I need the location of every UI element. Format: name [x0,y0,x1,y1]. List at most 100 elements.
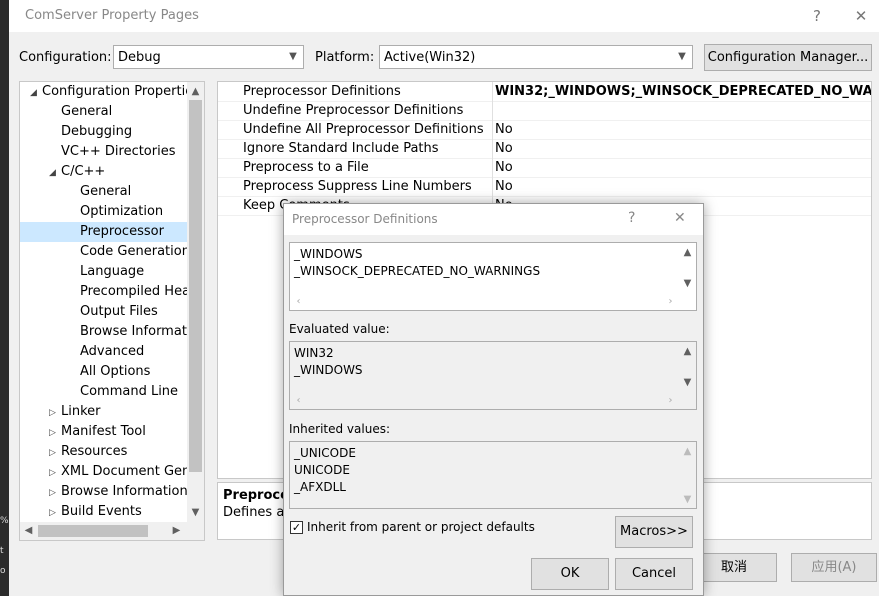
tree-item[interactable]: Preprocessor [20,222,187,242]
scroll-right-icon[interactable]: ▶ [168,522,185,539]
tree-item-label: General [61,104,113,119]
tree-item[interactable]: ▷ XML Document Gene [20,462,198,483]
tree-item-label: All Options [80,364,151,379]
scroll-left-icon[interactable]: ‹ [290,392,307,409]
inherited-line: _AFXDLL [294,480,346,494]
column-divider[interactable] [492,82,493,215]
tree-item-label: XML Document Gene [61,464,199,479]
evaluated-vertical-scrollbar[interactable]: ▲ ▼ [679,342,696,409]
platform-dropdown[interactable]: Active(Win32) ▼ [379,45,693,69]
inherited-values-label: Inherited values: [289,422,390,436]
tree-item-label: Browse Information [61,484,188,499]
tree-item-label: General [80,184,132,199]
scroll-up-icon[interactable]: ▲ [187,83,204,100]
property-row[interactable]: Undefine All Preprocessor Definitions No [218,120,871,140]
tree-item-label: Linker [61,404,101,419]
expand-arrow-icon[interactable]: ▷ [49,503,61,523]
evaluated-horizontal-scrollbar[interactable]: ‹ › [290,392,680,409]
property-row[interactable]: Ignore Standard Include Paths No [218,139,871,159]
tree-item[interactable]: Language [20,262,187,282]
tree-item[interactable]: General [20,182,187,202]
tree-item[interactable]: Optimization [20,202,187,222]
property-row[interactable]: Preprocess to a File No [218,158,871,178]
tree-item-label: Command Line [80,384,179,399]
tree-item[interactable]: ◢ C/C++ [20,162,187,182]
tree-item[interactable]: ▷ Linker [20,402,187,422]
property-value[interactable]: No [495,177,513,196]
tree-item[interactable]: Debugging [20,122,187,142]
macros-button[interactable]: Macros>> [615,516,693,548]
scroll-up-icon[interactable]: ▲ [679,443,696,460]
scroll-right-icon[interactable]: › [662,392,679,409]
scroll-right-icon[interactable]: › [662,293,679,310]
scroll-left-icon[interactable]: ◀ [20,522,37,539]
property-row[interactable]: Undefine Preprocessor Definitions [218,101,871,121]
tree-item-label: Code Generation [80,244,190,259]
tree-item[interactable]: Command Line [20,382,187,402]
tree-item[interactable]: Precompiled Head [20,282,198,302]
expand-arrow-icon[interactable]: ▷ [49,423,61,443]
dialog-cancel-button[interactable]: Cancel [615,558,693,590]
scroll-left-icon[interactable]: ‹ [290,293,307,310]
tree-item[interactable]: All Options [20,362,187,382]
apply-button[interactable]: 应用(A) [791,553,877,582]
scroll-down-icon[interactable]: ▼ [679,491,696,508]
scroll-thumb[interactable] [38,525,148,537]
tree-item[interactable]: ▷ Browse Information [20,482,188,503]
help-icon[interactable]: ? [802,4,832,28]
property-value[interactable]: No [495,139,513,158]
expand-arrow-icon[interactable]: ▷ [49,443,61,463]
collapse-arrow-icon[interactable]: ◢ [30,83,42,103]
scroll-up-icon[interactable]: ▲ [679,343,696,360]
scroll-thumb[interactable] [189,100,202,472]
close-icon[interactable]: ✕ [674,210,686,226]
expand-arrow-icon[interactable]: ▷ [49,483,61,503]
definitions-edit-box[interactable]: _WINDOWS _WINSOCK_DEPRECATED_NO_WARNINGS… [289,242,697,311]
background-text: o [0,566,6,576]
edit-vertical-scrollbar[interactable]: ▲ ▼ [679,243,696,310]
close-icon[interactable]: ✕ [846,4,876,28]
property-row[interactable]: Preprocessor Definitions WIN32;_WINDOWS;_… [218,82,871,102]
property-name: Ignore Standard Include Paths [243,141,439,156]
tree-item[interactable]: Browse Informatio [20,322,198,342]
property-name: Preprocessor Definitions [243,84,401,99]
ok-button[interactable]: OK [531,558,609,590]
property-row[interactable]: Preprocess Suppress Line Numbers No [218,177,871,197]
description-title: Preprocessor Definitions [223,488,285,503]
tree-item[interactable]: Advanced [20,342,187,362]
tree-item[interactable]: General [20,102,187,122]
tree-item[interactable]: VC++ Directories [20,142,187,162]
configuration-dropdown[interactable]: Debug ▼ [113,45,304,69]
tree-item[interactable]: Output Files [20,302,187,322]
tree-item-label: Debugging [61,124,133,139]
edit-horizontal-scrollbar[interactable]: ‹ › [290,293,680,310]
tree-horizontal-scrollbar[interactable]: ◀ ▶ [20,522,204,540]
collapse-arrow-icon[interactable]: ◢ [49,163,61,183]
scroll-down-icon[interactable]: ▼ [679,374,696,391]
tree-item[interactable]: ▷ Resources [20,442,187,462]
tree-item[interactable]: ▷ Build Events [20,502,187,522]
scroll-down-icon[interactable]: ▼ [187,504,204,521]
background-text: t [0,546,4,556]
tree-item[interactable]: ◢ Configuration Properties [20,82,200,103]
evaluated-line: WIN32 [294,346,334,360]
platform-value: Active(Win32) [384,50,476,65]
tree-item[interactable]: ▷ Manifest Tool [20,422,187,442]
property-value[interactable]: WIN32;_WINDOWS;_WINSOCK_DEPRECATED_NO_WA… [495,82,871,101]
inherit-checkbox[interactable]: ✓ [290,521,303,534]
inherit-checkbox-label[interactable]: Inherit from parent or project defaults [307,520,535,534]
help-icon[interactable]: ? [628,210,635,226]
property-value[interactable]: No [495,158,513,177]
edit-line: _WINSOCK_DEPRECATED_NO_WARNINGS [294,264,541,278]
scroll-down-icon[interactable]: ▼ [679,275,696,292]
tree-item-label: Optimization [80,204,164,219]
tree-item[interactable]: Code Generation [20,242,190,262]
scroll-up-icon[interactable]: ▲ [679,244,696,261]
configuration-manager-button[interactable]: Configuration Manager... [704,44,872,71]
expand-arrow-icon[interactable]: ▷ [49,403,61,423]
expand-arrow-icon[interactable]: ▷ [49,463,61,483]
property-name: Undefine Preprocessor Definitions [243,103,464,118]
inherited-vertical-scrollbar[interactable]: ▲ ▼ [679,442,696,508]
tree-vertical-scrollbar[interactable]: ▲ ▼ [187,82,204,522]
property-value[interactable]: No [495,120,513,139]
